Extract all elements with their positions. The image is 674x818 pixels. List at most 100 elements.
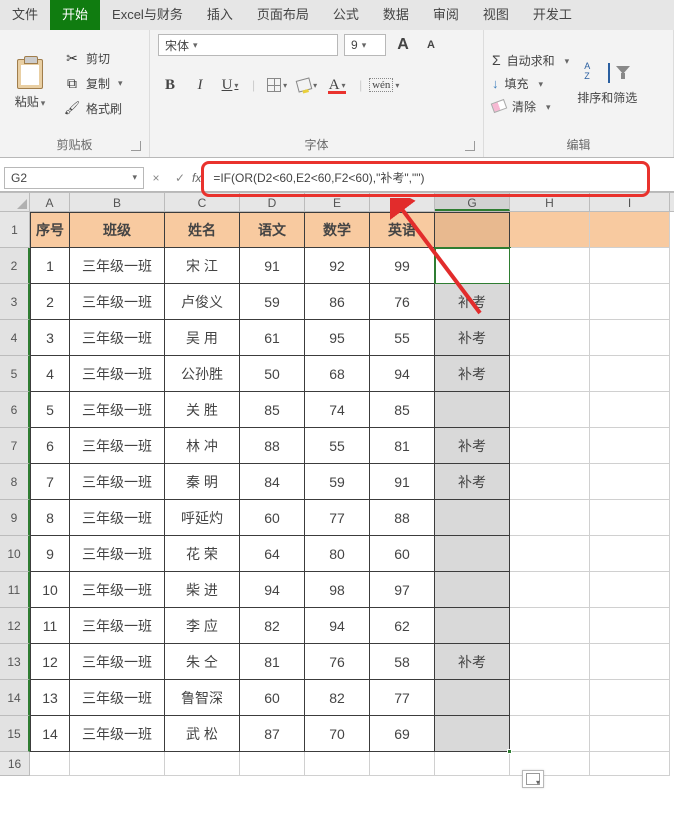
cell[interactable]: 关 胜 <box>165 392 240 428</box>
fill-color-button[interactable] <box>295 74 319 96</box>
cancel-formula-icon[interactable]: × <box>144 171 168 185</box>
cell[interactable]: 50 <box>240 356 305 392</box>
cell[interactable]: 三年级一班 <box>70 428 165 464</box>
cell[interactable]: 74 <box>305 392 370 428</box>
cell[interactable]: 鲁智深 <box>165 680 240 716</box>
fill-handle[interactable] <box>507 749 512 754</box>
cell[interactable]: 81 <box>370 428 435 464</box>
ribbon-tab[interactable]: 视图 <box>471 0 521 30</box>
autosum-button[interactable]: 自动求和 <box>492 52 569 69</box>
cell[interactable]: 武 松 <box>165 716 240 752</box>
cell[interactable]: 61 <box>240 320 305 356</box>
cell[interactable]: 84 <box>240 464 305 500</box>
row-header[interactable]: 6 <box>0 392 30 428</box>
cell[interactable]: 4 <box>30 356 70 392</box>
cell[interactable]: 85 <box>370 392 435 428</box>
cell[interactable] <box>510 464 590 500</box>
cell[interactable]: 6 <box>30 428 70 464</box>
cell[interactable] <box>590 572 670 608</box>
column-header[interactable]: D <box>240 193 305 211</box>
cell[interactable]: 91 <box>240 248 305 284</box>
row-header[interactable]: 15 <box>0 716 30 752</box>
cell[interactable] <box>510 356 590 392</box>
cell[interactable]: 82 <box>240 608 305 644</box>
cell[interactable] <box>510 320 590 356</box>
row-header[interactable]: 5 <box>0 356 30 392</box>
header-cell[interactable] <box>435 212 510 248</box>
cell[interactable]: 卢俊义 <box>165 284 240 320</box>
column-header[interactable]: H <box>510 193 590 211</box>
cell[interactable] <box>165 752 240 776</box>
cell[interactable]: 60 <box>370 536 435 572</box>
cell[interactable]: 1 <box>30 248 70 284</box>
cell[interactable]: 7 <box>30 464 70 500</box>
cell[interactable]: 呼延灼 <box>165 500 240 536</box>
cell[interactable] <box>590 320 670 356</box>
row-header[interactable]: 9 <box>0 500 30 536</box>
paste-button[interactable]: 粘贴 <box>8 57 52 110</box>
cell[interactable] <box>435 752 510 776</box>
cell[interactable]: 林 冲 <box>165 428 240 464</box>
cell[interactable]: 76 <box>305 644 370 680</box>
cell[interactable]: 94 <box>305 608 370 644</box>
header-cell[interactable]: 数学 <box>305 212 370 248</box>
cell[interactable] <box>590 464 670 500</box>
cell[interactable]: 三年级一班 <box>70 248 165 284</box>
fx-icon[interactable]: fx <box>192 171 201 185</box>
cell[interactable] <box>435 680 510 716</box>
cell[interactable] <box>435 572 510 608</box>
font-name-combo[interactable]: 宋体 ▾ <box>158 34 338 56</box>
grid[interactable]: 1序号班级姓名语文数学英语21三年级一班宋 江91929932三年级一班卢俊义5… <box>0 212 674 776</box>
font-color-button[interactable]: A <box>325 74 349 96</box>
cell[interactable]: 95 <box>305 320 370 356</box>
cell[interactable]: 李 应 <box>165 608 240 644</box>
formula-input[interactable]: =IF(OR(D2<60,E2<60,F2<60),"补考","") <box>207 171 424 185</box>
header-cell[interactable] <box>510 212 590 248</box>
cell[interactable]: 94 <box>240 572 305 608</box>
cell[interactable] <box>510 644 590 680</box>
cell[interactable]: 三年级一班 <box>70 644 165 680</box>
ribbon-tab[interactable]: 页面布局 <box>245 0 321 30</box>
format-painter-button[interactable]: 格式刷 <box>60 99 127 118</box>
ribbon-tab[interactable]: 数据 <box>371 0 421 30</box>
cell[interactable]: 三年级一班 <box>70 572 165 608</box>
cell[interactable]: 68 <box>305 356 370 392</box>
ribbon-tab[interactable]: 审阅 <box>421 0 471 30</box>
italic-button[interactable]: I <box>188 74 212 96</box>
cell[interactable] <box>435 716 510 752</box>
cell[interactable]: 10 <box>30 572 70 608</box>
fill-button[interactable]: 填充 <box>492 75 569 92</box>
cell[interactable] <box>305 752 370 776</box>
cell[interactable] <box>435 536 510 572</box>
cut-button[interactable]: 剪切 <box>60 49 127 68</box>
cell[interactable] <box>510 536 590 572</box>
cell[interactable] <box>510 608 590 644</box>
cell[interactable]: 60 <box>240 500 305 536</box>
cell[interactable]: 补考 <box>435 320 510 356</box>
cell[interactable]: 11 <box>30 608 70 644</box>
cell[interactable]: 14 <box>30 716 70 752</box>
increase-font-button[interactable]: A <box>392 34 414 56</box>
cell[interactable] <box>590 392 670 428</box>
cell[interactable]: 三年级一班 <box>70 464 165 500</box>
row-header[interactable]: 10 <box>0 536 30 572</box>
ribbon-tab[interactable]: 插入 <box>195 0 245 30</box>
cell[interactable]: 60 <box>240 680 305 716</box>
cell[interactable]: 12 <box>30 644 70 680</box>
cell[interactable]: 2 <box>30 284 70 320</box>
cell[interactable]: 77 <box>370 680 435 716</box>
cell[interactable]: 公孙胜 <box>165 356 240 392</box>
cell[interactable]: 花 荣 <box>165 536 240 572</box>
cell[interactable]: 3 <box>30 320 70 356</box>
cell[interactable] <box>435 392 510 428</box>
cell[interactable] <box>510 680 590 716</box>
cell[interactable] <box>590 248 670 284</box>
cell[interactable]: 补考 <box>435 284 510 320</box>
cell[interactable] <box>435 500 510 536</box>
decrease-font-button[interactable]: A <box>420 34 442 56</box>
ribbon-tab[interactable]: 开发工 <box>521 0 584 30</box>
cell[interactable] <box>590 680 670 716</box>
cell[interactable]: 吴 用 <box>165 320 240 356</box>
ribbon-tab[interactable]: 文件 <box>0 0 50 30</box>
cell[interactable]: 69 <box>370 716 435 752</box>
